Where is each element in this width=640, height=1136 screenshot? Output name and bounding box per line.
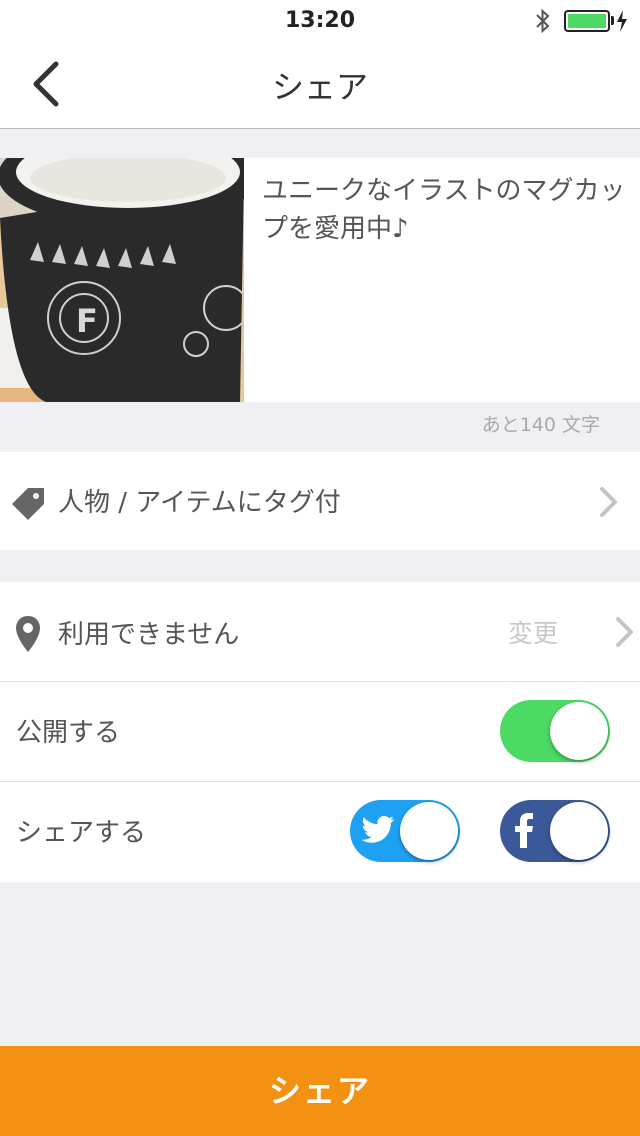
status-bar: 13:20 — [0, 0, 640, 40]
chevron-right-icon — [600, 487, 617, 517]
public-toggle[interactable] — [500, 700, 610, 762]
post-text[interactable]: ユニークなイラストのマグカップを愛用中♪ — [262, 172, 632, 248]
navigation-bar: シェア — [0, 40, 640, 129]
character-count: あと140 文字 — [481, 414, 600, 436]
post-section: F ユニークなイラストのマグカップを愛用中♪ — [0, 158, 640, 402]
tag-row-label: 人物 / アイテムにタグ付 — [58, 488, 341, 518]
twitter-toggle[interactable] — [350, 800, 460, 862]
battery-level — [568, 14, 606, 28]
bluetooth-icon — [536, 8, 550, 34]
public-row: 公開する — [0, 682, 640, 782]
svg-text:F: F — [76, 302, 98, 340]
facebook-toggle[interactable] — [500, 800, 610, 862]
battery-icon — [564, 10, 610, 32]
location-pin-icon — [16, 616, 40, 652]
chevron-right-icon — [616, 617, 633, 647]
tag-icon — [12, 488, 44, 520]
share-row: シェアする — [0, 782, 640, 882]
share-row-label: シェアする — [16, 818, 147, 848]
page-title: シェア — [271, 68, 368, 106]
location-row-label: 利用できません — [58, 620, 240, 650]
toggle-knob — [400, 802, 458, 860]
public-row-label: 公開する — [16, 718, 121, 748]
location-row[interactable]: 利用できません 変更 — [0, 582, 640, 682]
change-link[interactable]: 変更 — [508, 614, 558, 650]
share-button[interactable]: シェア — [0, 1046, 640, 1136]
toggle-knob — [550, 802, 608, 860]
battery-tip — [611, 16, 614, 25]
tag-row[interactable]: 人物 / アイテムにタグ付 — [0, 452, 640, 550]
toggle-knob — [550, 702, 608, 760]
twitter-icon — [361, 816, 394, 843]
mug-photo: F — [0, 158, 244, 402]
charging-icon — [617, 10, 627, 32]
facebook-icon — [515, 813, 533, 848]
